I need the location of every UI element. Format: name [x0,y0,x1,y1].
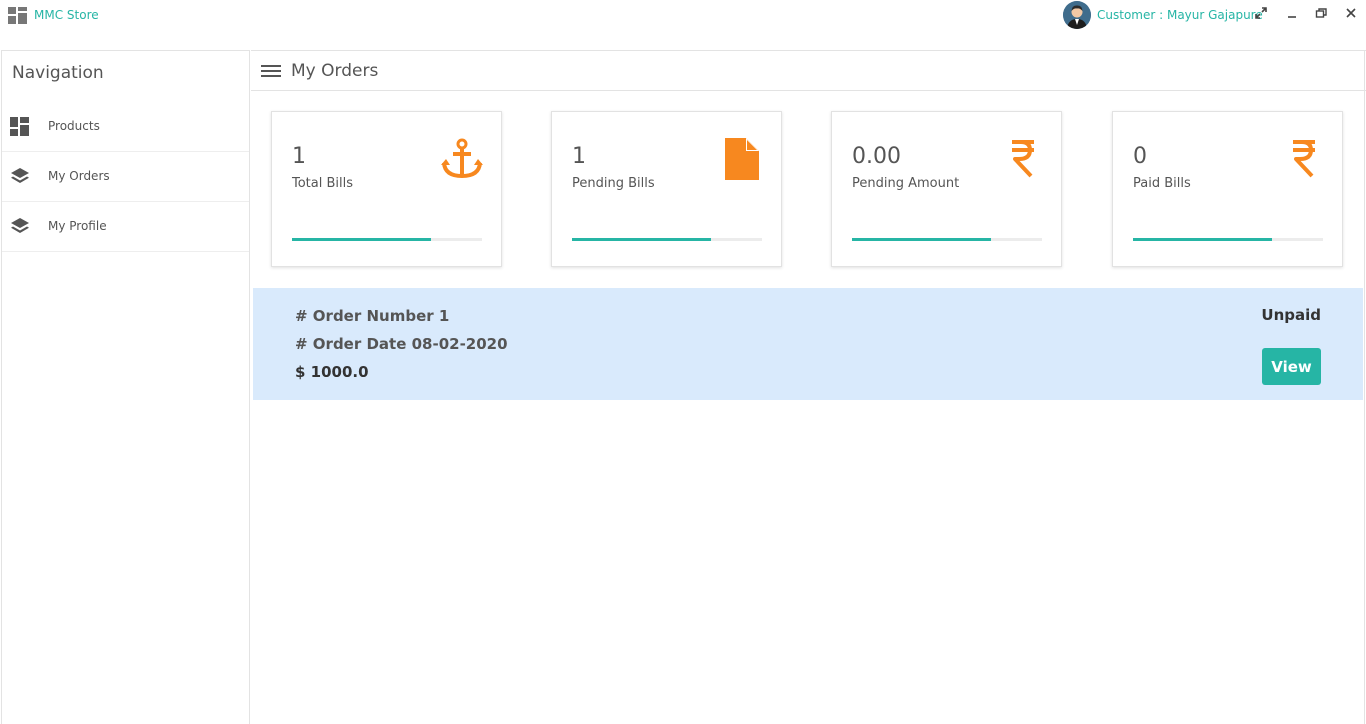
stat-value: 0 [1133,144,1147,169]
sidebar: Navigation Products My Orders My Profile [1,50,250,724]
order-number: # Order Number 1 [295,307,450,325]
restore-icon[interactable] [1313,6,1329,22]
stat-value: 0.00 [852,144,901,169]
close-icon[interactable] [1343,6,1359,22]
progress-bar [292,238,482,241]
layers-icon [11,218,29,233]
progress-fill [852,238,991,241]
file-icon [725,138,759,180]
app-title: MMC Store [34,8,99,22]
stat-card-total-bills: 1 Total Bills [271,111,502,267]
avatar[interactable] [1063,1,1091,29]
sidebar-item-my-orders[interactable]: My Orders [2,152,249,202]
stat-card-pending-bills: 1 Pending Bills [551,111,782,267]
progress-fill [1133,238,1272,241]
rupee-icon [1293,140,1315,178]
sidebar-item-label: My Orders [48,169,110,183]
user-avatar-icon [1063,1,1091,29]
rupee-icon [1012,140,1034,178]
customer-label: Customer : Mayur Gajapure [1097,8,1263,22]
stat-label: Pending Amount [852,176,960,191]
status-badge: Unpaid [1261,306,1321,324]
progress-bar [572,238,762,241]
hamburger-menu-icon[interactable] [261,65,281,77]
nav-title: Navigation [12,63,104,83]
dashboard-icon [10,117,29,136]
minimize-icon[interactable] [1284,6,1300,22]
order-card: # Order Number 1 # Order Date 08-02-2020… [253,288,1363,400]
main-border [1364,50,1365,724]
sidebar-item-label: My Profile [48,219,107,233]
anchor-icon [441,138,483,179]
stat-card-paid-bills: 0 Paid Bills [1112,111,1343,267]
sidebar-item-label: Products [48,119,100,133]
stat-value: 1 [292,144,306,169]
sidebar-item-my-profile[interactable]: My Profile [2,202,249,252]
page-header: My Orders [251,50,1366,91]
sidebar-item-products[interactable]: Products [2,102,249,152]
progress-fill [572,238,711,241]
view-order-button[interactable]: View [1262,348,1321,385]
expand-icon[interactable] [1253,6,1269,22]
page-title: My Orders [291,61,379,81]
stat-value: 1 [572,144,586,169]
app-logo-icon [8,7,27,24]
progress-fill [292,238,431,241]
order-date: # Order Date 08-02-2020 [295,335,508,353]
progress-bar [1133,238,1323,241]
layers-icon [11,168,29,183]
order-amount: $ 1000.0 [295,363,369,381]
stat-label: Total Bills [292,176,354,191]
progress-bar [852,238,1042,241]
stat-card-pending-amount: 0.00 Pending Amount [831,111,1062,267]
title-bar: MMC Store Customer : Mayur Gajapure [0,0,1366,50]
stat-label: Paid Bills [1133,176,1191,191]
stat-label: Pending Bills [572,176,655,191]
